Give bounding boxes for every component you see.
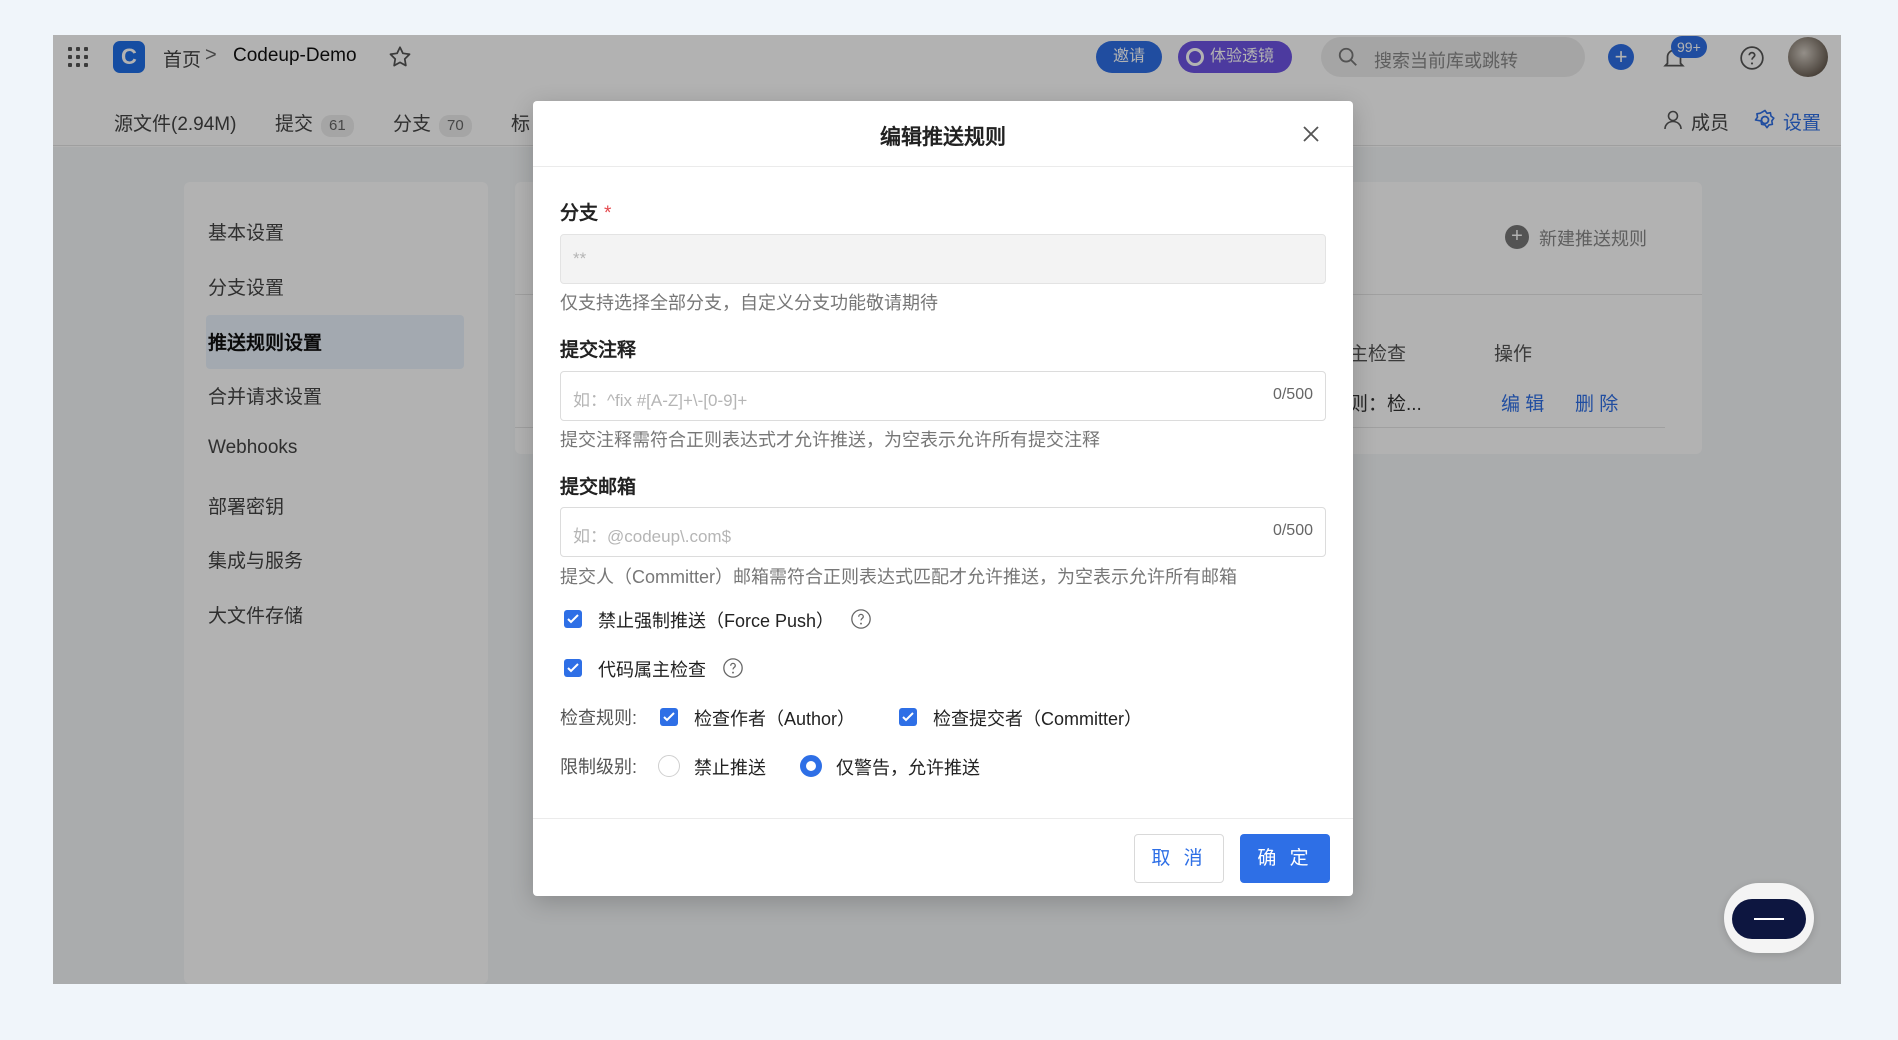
check-author-label[interactable]: 检查作者（Author） xyxy=(694,705,855,731)
floating-assistant-button[interactable] xyxy=(1724,883,1814,953)
restrict-warn-label[interactable]: 仅警告，允许推送 xyxy=(836,754,980,780)
edit-push-rule-dialog: 编辑推送规则 分支 * ** 仅支持选择全部分支，自定义分支功能敬请期待 提交注释… xyxy=(533,101,1353,896)
close-icon[interactable] xyxy=(1299,122,1323,146)
dialog-title: 编辑推送规则 xyxy=(880,126,1006,149)
restrict-warn-radio[interactable] xyxy=(800,755,822,777)
commit-email-label: 提交邮箱 xyxy=(560,477,637,498)
branch-input[interactable]: ** xyxy=(560,234,1326,284)
dialog-footer-divider xyxy=(533,818,1353,819)
confirm-button[interactable]: 确 定 xyxy=(1240,834,1330,883)
check-icon xyxy=(567,614,579,624)
branch-label-text: 分支 xyxy=(560,203,599,224)
commit-message-input[interactable]: 如：^fix #[A-Z]+\-[0-9]+ 0/500 xyxy=(560,371,1326,421)
commit-email-placeholder: 如：@codeup\.com$ xyxy=(573,527,732,546)
branch-label: 分支 * xyxy=(560,198,611,225)
cancel-button[interactable]: 取 消 xyxy=(1134,834,1224,883)
commit-message-counter: 0/500 xyxy=(1272,386,1313,403)
check-author-checkbox[interactable] xyxy=(660,708,678,726)
dialog-header: 编辑推送规则 xyxy=(533,101,1353,167)
minimize-icon xyxy=(1732,899,1806,939)
commit-message-placeholder: 如：^fix #[A-Z]+\-[0-9]+ xyxy=(573,391,748,410)
commit-message-label: 提交注释 xyxy=(560,340,637,361)
required-mark: * xyxy=(604,203,612,224)
question-icon[interactable] xyxy=(850,608,872,630)
commit-email-counter: 0/500 xyxy=(1272,522,1313,539)
force-push-checkbox[interactable] xyxy=(564,610,582,628)
code-owner-checkbox[interactable] xyxy=(564,659,582,677)
restrict-block-radio[interactable] xyxy=(658,755,680,777)
check-rule-label: 检查规则: xyxy=(560,708,638,728)
commit-message-help: 提交注释需符合正则表达式才允许推送，为空表示允许所有提交注释 xyxy=(560,430,1100,450)
question-icon[interactable] xyxy=(722,657,744,679)
force-push-label[interactable]: 禁止强制推送（Force Push） xyxy=(598,607,834,633)
commit-email-input[interactable]: 如：@codeup\.com$ 0/500 xyxy=(560,507,1326,557)
restrict-level-label: 限制级别: xyxy=(560,757,638,777)
code-owner-label[interactable]: 代码属主检查 xyxy=(598,656,706,682)
branch-value: ** xyxy=(573,249,587,268)
commit-email-help: 提交人（Committer）邮箱需符合正则表达式匹配才允许推送，为空表示允许所有… xyxy=(560,567,1238,587)
restrict-block-label[interactable]: 禁止推送 xyxy=(694,754,766,780)
branch-help: 仅支持选择全部分支，自定义分支功能敬请期待 xyxy=(560,293,938,313)
check-icon xyxy=(902,712,914,722)
check-committer-label[interactable]: 检查提交者（Committer） xyxy=(933,705,1142,731)
check-icon xyxy=(567,663,579,673)
check-icon xyxy=(663,712,675,722)
check-committer-checkbox[interactable] xyxy=(899,708,917,726)
